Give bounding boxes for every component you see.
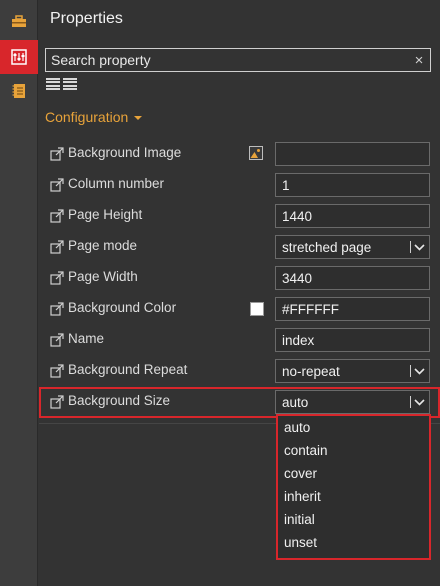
external-link-icon[interactable] bbox=[50, 147, 64, 161]
property-label: Page Width bbox=[68, 269, 138, 284]
search-input[interactable]: Search property bbox=[46, 52, 408, 68]
chevron-down-icon bbox=[414, 398, 425, 406]
select-value: auto bbox=[282, 394, 309, 410]
tool-rail bbox=[0, 0, 38, 586]
dropdown-option-initial[interactable]: initial bbox=[278, 508, 429, 531]
properties-panel-button[interactable] bbox=[0, 40, 38, 74]
background-image-input[interactable] bbox=[275, 142, 430, 166]
page-width-input[interactable]: 3440 bbox=[275, 266, 430, 290]
notebook-button[interactable] bbox=[0, 74, 38, 108]
property-label: Page mode bbox=[68, 238, 138, 253]
property-label: Page Height bbox=[68, 207, 143, 222]
clear-search-icon[interactable]: × bbox=[408, 52, 430, 69]
toolbox-icon bbox=[12, 15, 26, 27]
property-label: Background Color bbox=[68, 300, 177, 315]
external-link-icon[interactable] bbox=[50, 364, 64, 378]
chevron-down-icon bbox=[414, 243, 425, 251]
dropdown-option-inherit[interactable]: inherit bbox=[278, 485, 429, 508]
list-view-icon[interactable] bbox=[46, 77, 60, 91]
property-label: Background Image bbox=[68, 145, 182, 160]
section-label: Configuration bbox=[45, 109, 129, 125]
properties-sliders-icon bbox=[11, 49, 27, 65]
background-size-select[interactable]: auto bbox=[275, 390, 430, 414]
image-picker-icon[interactable] bbox=[249, 146, 263, 160]
property-label: Background Size bbox=[68, 393, 171, 408]
property-row-name: Name index bbox=[39, 325, 440, 356]
property-row-background-repeat: Background Repeat no-repeat bbox=[39, 356, 440, 387]
dropdown-option-cover[interactable]: cover bbox=[278, 462, 429, 485]
property-row-column-number: Column number 1 bbox=[39, 170, 440, 201]
grouped-view-icon[interactable] bbox=[63, 77, 77, 91]
name-input[interactable]: index bbox=[275, 328, 430, 352]
property-row-page-width: Page Width 3440 bbox=[39, 263, 440, 294]
external-link-icon[interactable] bbox=[50, 302, 64, 316]
dropdown-option-auto[interactable]: auto bbox=[278, 416, 429, 439]
dropdown-option-unset[interactable]: unset bbox=[278, 531, 429, 554]
chevron-down-icon bbox=[414, 367, 425, 375]
toolbox-button[interactable] bbox=[0, 4, 38, 38]
view-toggle-group bbox=[46, 77, 77, 91]
select-value: stretched page bbox=[282, 239, 372, 255]
properties-panel: Properties Search property × Configurati… bbox=[39, 0, 440, 586]
property-row-page-height: Page Height 1440 bbox=[39, 201, 440, 232]
page-height-input[interactable]: 1440 bbox=[275, 204, 430, 228]
property-row-background-color: Background Color #FFFFFF bbox=[39, 294, 440, 325]
external-link-icon[interactable] bbox=[50, 395, 64, 409]
select-value: no-repeat bbox=[282, 363, 340, 379]
background-size-options-list: auto contain cover inherit initial unset bbox=[276, 414, 431, 560]
property-row-background-image: Background Image bbox=[39, 139, 440, 170]
dropdown-option-contain[interactable]: contain bbox=[278, 439, 429, 462]
property-label: Background Repeat bbox=[68, 362, 188, 377]
external-link-icon[interactable] bbox=[50, 333, 64, 347]
page-mode-select[interactable]: stretched page bbox=[275, 235, 430, 259]
property-row-page-mode: Page mode stretched page bbox=[39, 232, 440, 263]
property-label: Name bbox=[68, 331, 105, 346]
column-number-input[interactable]: 1 bbox=[275, 173, 430, 197]
caret-down-icon bbox=[134, 116, 143, 120]
background-color-input[interactable]: #FFFFFF bbox=[275, 297, 430, 321]
external-link-icon[interactable] bbox=[50, 271, 64, 285]
panel-title: Properties bbox=[50, 10, 123, 27]
property-label: Column number bbox=[68, 176, 165, 191]
configuration-section-toggle[interactable]: Configuration bbox=[45, 109, 143, 125]
background-repeat-select[interactable]: no-repeat bbox=[275, 359, 430, 383]
external-link-icon[interactable] bbox=[50, 240, 64, 254]
external-link-icon[interactable] bbox=[50, 178, 64, 192]
external-link-icon[interactable] bbox=[50, 209, 64, 223]
notebook-icon bbox=[12, 84, 25, 98]
search-box[interactable]: Search property × bbox=[45, 48, 431, 72]
color-swatch[interactable] bbox=[250, 302, 264, 316]
